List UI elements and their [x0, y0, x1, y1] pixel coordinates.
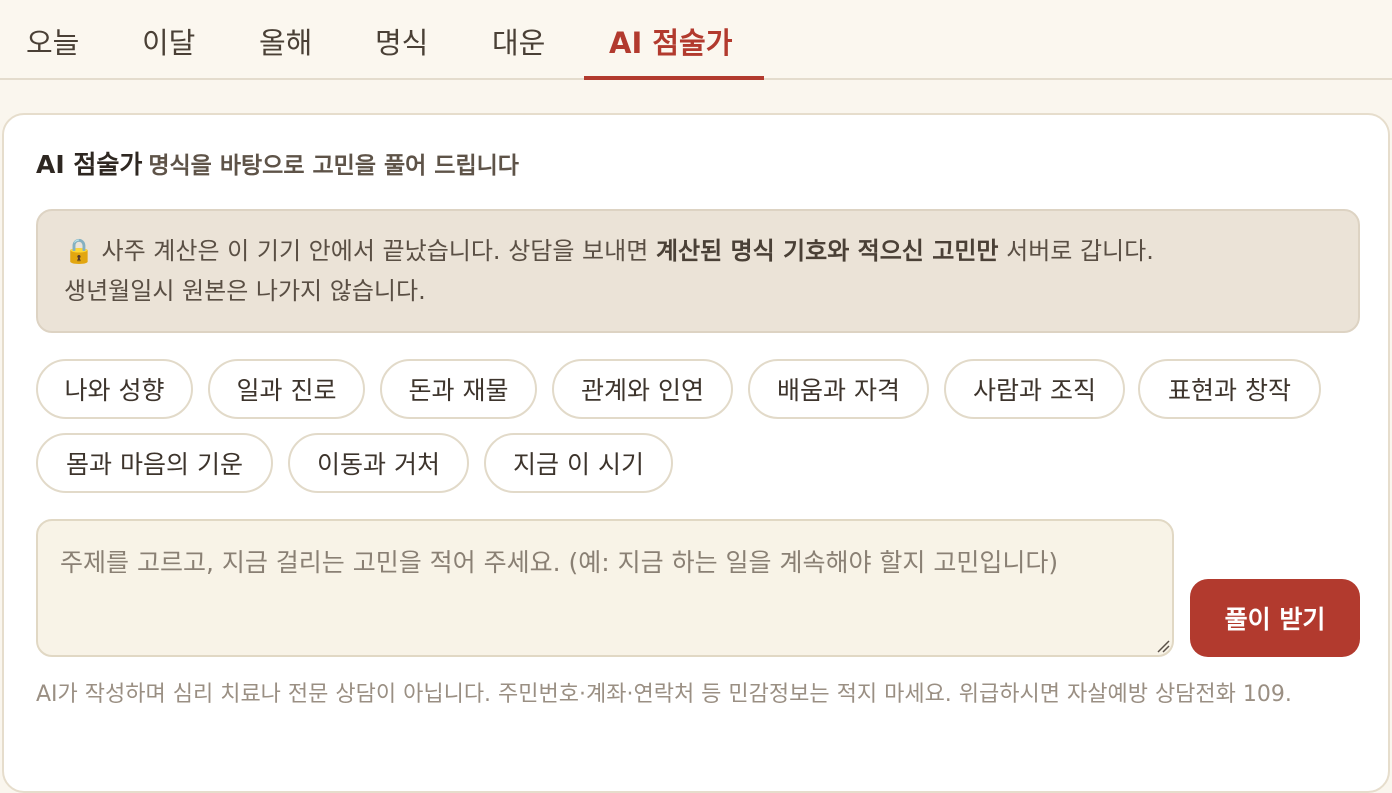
card-subtitle: 명식을 바탕으로 고민을 풀어 드립니다: [148, 153, 519, 179]
get-reading-button[interactable]: 풀이 받기: [1190, 579, 1360, 657]
disclaimer-text: AI가 작성하며 심리 치료나 전문 상담이 아닙니다. 주민번호·계좌·연락처…: [36, 682, 1292, 707]
tab-today[interactable]: 오늘: [26, 20, 79, 62]
topic-chip-relationships[interactable]: 관계와 인연: [552, 359, 733, 419]
tab-chart[interactable]: 명식: [375, 20, 428, 62]
ai-consult-card: AI 점술가 명식을 바탕으로 고민을 풀어 드립니다 🔒 사주 계산은 이 기기…: [2, 113, 1390, 793]
topic-chip-people-organization[interactable]: 사람과 조직: [944, 359, 1125, 419]
notice-text-bold: 계산된 명식 기호와 적으신 고민만: [655, 237, 999, 265]
topic-chip-moving-residence[interactable]: 이동과 거처: [288, 433, 469, 493]
topic-chip-career[interactable]: 일과 진로: [208, 359, 365, 419]
notice-text-before: 🔒 사주 계산은 이 기기 안에서 끝났습니다. 상담을 보내면: [64, 237, 656, 265]
topic-chip-this-period[interactable]: 지금 이 시기: [484, 433, 673, 493]
concern-textarea[interactable]: [36, 519, 1174, 657]
card-title: AI 점술가: [36, 150, 143, 179]
active-tab-indicator: [584, 76, 764, 80]
tab-ai-fortune-teller[interactable]: AI 점술가: [609, 20, 732, 62]
resize-handle-icon[interactable]: [1156, 639, 1170, 653]
topic-chip-body-mind[interactable]: 몸과 마음의 기운: [36, 433, 273, 493]
notice-line-2: 생년월일시 원본은 나가지 않습니다.: [64, 277, 426, 305]
tab-year[interactable]: 올해: [259, 20, 312, 62]
topic-chip-personality[interactable]: 나와 성향: [36, 359, 193, 419]
card-heading: AI 점술가 명식을 바탕으로 고민을 풀어 드립니다: [36, 145, 519, 181]
topic-chip-wealth[interactable]: 돈과 재물: [380, 359, 537, 419]
notice-text-after: 서버로 갑니다.: [998, 237, 1154, 265]
topic-chip-learning[interactable]: 배움과 자격: [748, 359, 929, 419]
privacy-notice: 🔒 사주 계산은 이 기기 안에서 끝났습니다. 상담을 보내면 계산된 명식 …: [36, 209, 1360, 333]
tab-month[interactable]: 이달: [142, 20, 195, 62]
tab-bar: 오늘 이달 올해 명식 대운 AI 점술가: [0, 0, 1392, 80]
topic-chip-expression[interactable]: 표현과 창작: [1138, 359, 1321, 419]
tab-luck[interactable]: 대운: [492, 20, 545, 62]
